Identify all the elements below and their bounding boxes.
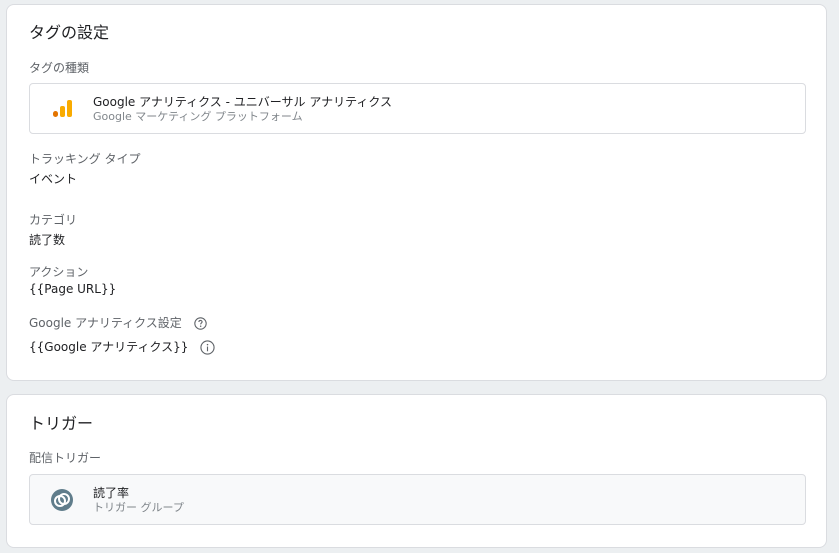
tag-type-label: タグの種類: [29, 61, 90, 75]
analytics-settings-label: Google アナリティクス設定: [29, 316, 182, 330]
firing-trigger-label: 配信トリガー: [29, 451, 102, 465]
tracking-type-label: トラッキング タイプ: [29, 152, 141, 166]
action-label: アクション: [29, 265, 89, 279]
tracking-type-value: イベント: [29, 172, 78, 186]
category-value: 読了数: [29, 233, 66, 247]
analytics-settings-value: {{Google アナリティクス}}: [29, 340, 189, 354]
info-icon[interactable]: [200, 340, 215, 355]
trigger-group-icon: [51, 489, 73, 511]
action-value: {{Page URL}}: [29, 282, 117, 296]
trigger-title: トリガー: [29, 414, 94, 433]
tag-configuration-title: タグの設定: [29, 23, 110, 42]
trigger-card[interactable]: トリガー 配信トリガー 読了率 トリガー グループ: [6, 394, 827, 548]
trigger-type: トリガー グループ: [93, 501, 184, 514]
analytics-settings-value-row: {{Google アナリティクス}}: [29, 338, 215, 355]
tag-configuration-card[interactable]: タグの設定 タグの種類 Google アナリティクス - ユニバーサル アナリテ…: [6, 4, 827, 381]
trigger-item[interactable]: 読了率 トリガー グループ: [29, 474, 806, 525]
analytics-settings-label-row: Google アナリティクス設定: [29, 314, 207, 331]
tag-type-provider: Google マーケティング プラットフォーム: [93, 110, 303, 123]
category-label: カテゴリ: [29, 213, 78, 227]
tag-type-selector[interactable]: Google アナリティクス - ユニバーサル アナリティクス Google マ…: [29, 83, 806, 134]
analytics-icon: [53, 100, 72, 117]
help-icon[interactable]: [193, 317, 207, 330]
